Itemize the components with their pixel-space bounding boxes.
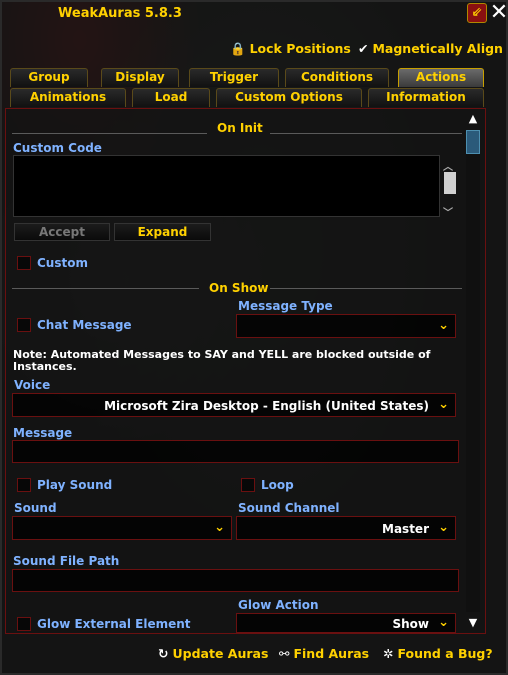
section-divider: [12, 288, 199, 289]
bug-icon: ✲: [383, 646, 394, 661]
accept-button[interactable]: Accept: [14, 223, 110, 241]
play-sound-label: Play Sound: [37, 478, 113, 492]
voice-dropdown[interactable]: Microsoft Zira Desktop - English (United…: [12, 393, 456, 417]
window-title: WeakAuras 5.8.3: [58, 6, 182, 21]
magnet-icon: ✔: [358, 41, 369, 56]
found-bug-label: Found a Bug?: [397, 646, 493, 661]
scroll-down-icon[interactable]: ▼: [466, 616, 480, 630]
chat-message-label: Chat Message: [37, 318, 132, 332]
on-show-title: On Show: [209, 281, 269, 295]
expand-button[interactable]: Expand: [114, 223, 211, 241]
sound-channel-dropdown[interactable]: Master ⌄: [236, 516, 456, 540]
custom-code-editor[interactable]: [13, 155, 440, 217]
chevron-down-icon: ⌄: [438, 318, 449, 333]
title-bar[interactable]: WeakAuras 5.8.3 ⇙ ✕: [2, 2, 508, 26]
tab-load[interactable]: Load: [132, 88, 210, 107]
glow-external-label: Glow External Element: [37, 617, 191, 631]
message-type-dropdown[interactable]: ⌄: [236, 314, 456, 338]
close-icon[interactable]: ✕: [489, 2, 508, 24]
code-scroll-up-icon[interactable]: ︿: [443, 158, 453, 173]
glow-action-label: Glow Action: [238, 598, 319, 612]
tab-trigger[interactable]: Trigger: [189, 68, 279, 87]
magnetically-align-label: Magnetically Align: [372, 41, 503, 56]
tab-animations[interactable]: Animations: [10, 88, 126, 107]
sound-label: Sound: [14, 501, 57, 515]
glow-action-dropdown[interactable]: Show ⌄: [236, 613, 456, 633]
weakauras-window: WeakAuras 5.8.3 ⇙ ✕ 🔒 Lock Positions ✔ Mag…: [0, 0, 508, 675]
code-scroll-thumb[interactable]: [444, 172, 456, 194]
find-auras-label: Find Auras: [293, 646, 370, 661]
automated-messages-note-cont: Instances.: [13, 360, 77, 373]
update-auras-label: Update Auras: [172, 646, 269, 661]
lock-icon: 🔒: [230, 41, 246, 56]
tab-conditions[interactable]: Conditions: [285, 68, 389, 87]
binoculars-icon: ⚯: [279, 646, 290, 661]
loop-checkbox[interactable]: [241, 478, 255, 492]
tab-display[interactable]: Display: [101, 68, 179, 87]
tab-information[interactable]: Information: [368, 88, 484, 107]
find-auras-button[interactable]: ⚯ Find Auras: [279, 646, 369, 661]
sound-file-path-input[interactable]: [12, 569, 459, 592]
chevron-down-icon: ⌄: [438, 397, 449, 412]
play-sound-checkbox[interactable]: [17, 478, 31, 492]
scroll-thumb[interactable]: [466, 130, 480, 154]
section-divider: [270, 133, 462, 134]
chevron-down-icon: ⌄: [438, 615, 449, 630]
loop-label: Loop: [261, 478, 294, 492]
scroll-track[interactable]: [466, 130, 480, 612]
code-scroll-down-icon[interactable]: ﹀: [443, 204, 453, 219]
custom-label: Custom: [37, 256, 88, 270]
refresh-icon: ↻: [158, 646, 169, 661]
lock-positions-label: Lock Positions: [249, 41, 351, 56]
message-type-label: Message Type: [238, 299, 333, 313]
tab-actions[interactable]: Actions: [398, 68, 484, 87]
chevron-down-icon: ⌄: [214, 520, 225, 535]
message-input[interactable]: [12, 440, 459, 463]
on-init-title: On Init: [217, 121, 263, 135]
custom-checkbox[interactable]: [17, 256, 31, 270]
tab-group[interactable]: Group: [10, 68, 88, 87]
voice-label: Voice: [14, 378, 51, 392]
sound-file-path-label: Sound File Path: [13, 554, 120, 568]
chat-message-checkbox[interactable]: [17, 318, 31, 332]
chevron-down-icon: ⌄: [438, 520, 449, 535]
options-scrollbar[interactable]: ▲ ▼: [464, 110, 483, 632]
magnetically-align-button[interactable]: ✔ Magnetically Align: [358, 41, 503, 56]
lock-positions-button[interactable]: 🔒 Lock Positions: [230, 41, 351, 57]
sound-channel-label: Sound Channel: [238, 501, 340, 515]
collapse-icon[interactable]: ⇙: [467, 3, 487, 23]
found-bug-button[interactable]: ✲ Found a Bug?: [383, 646, 493, 661]
sound-dropdown[interactable]: ⌄: [12, 516, 232, 540]
section-divider: [12, 133, 207, 134]
scroll-up-icon[interactable]: ▲: [466, 112, 480, 126]
custom-code-label: Custom Code: [13, 141, 102, 155]
section-divider: [270, 288, 462, 289]
message-label: Message: [13, 426, 73, 440]
update-auras-button[interactable]: ↻ Update Auras: [158, 646, 268, 661]
tab-custom-options[interactable]: Custom Options: [216, 88, 362, 107]
glow-external-checkbox[interactable]: [17, 617, 31, 631]
